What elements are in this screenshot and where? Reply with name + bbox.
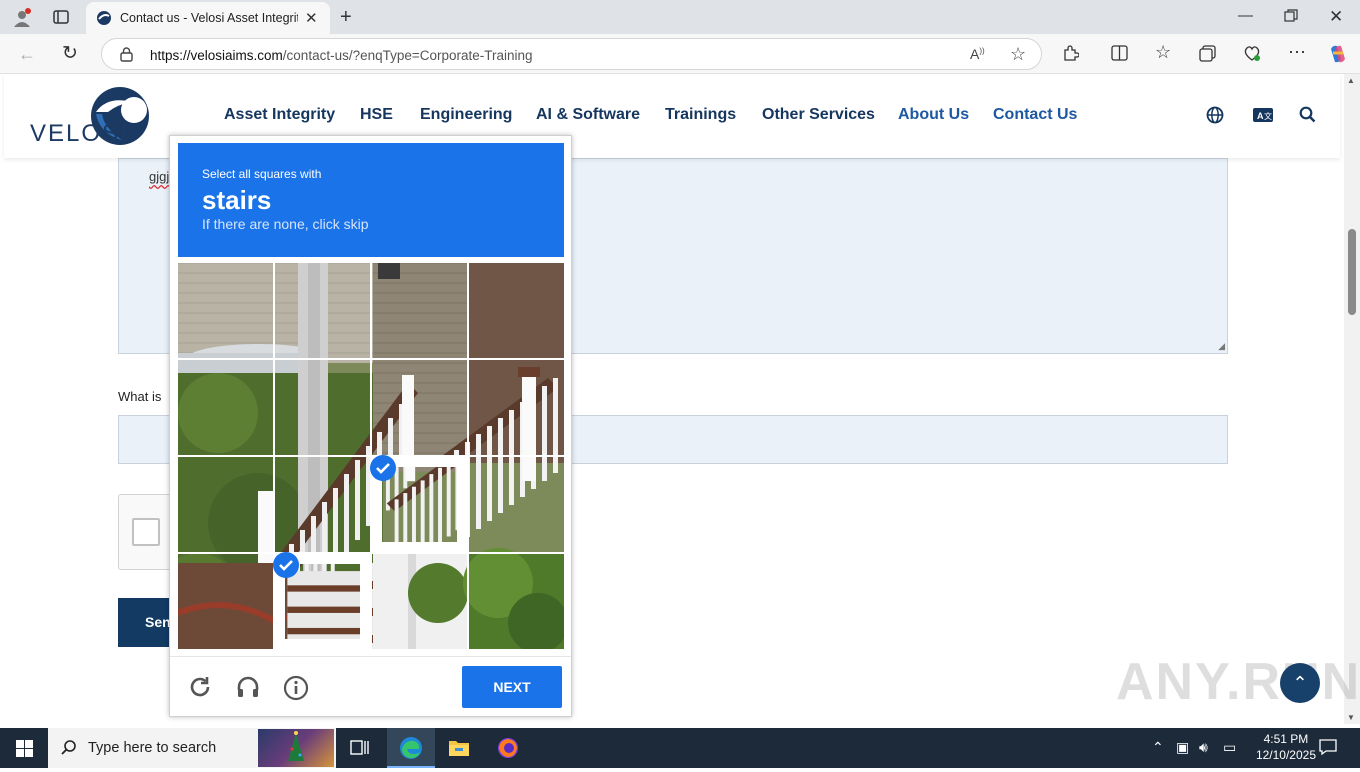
recaptcha-checkbox[interactable] bbox=[132, 518, 160, 546]
page-scrollbar[interactable]: ▲ ▼ bbox=[1344, 74, 1360, 724]
logo-text: VELOSI bbox=[30, 120, 129, 147]
favorites-icon[interactable]: ☆ bbox=[1155, 43, 1171, 61]
lock-icon[interactable] bbox=[120, 47, 133, 67]
anyrun-watermark: ANY.RUN bbox=[1116, 653, 1360, 711]
nav-engineering[interactable]: Engineering bbox=[420, 106, 512, 124]
challenge-header: Select all squares with stairs If there … bbox=[178, 143, 564, 257]
address-bar-row: ← ↻ https://velosiaims.com/contact-us/?e… bbox=[0, 34, 1360, 74]
captcha-tile[interactable] bbox=[178, 263, 273, 358]
challenge-instruction: Select all squares with bbox=[202, 167, 322, 181]
image-grid bbox=[178, 263, 564, 649]
scroll-down-icon[interactable]: ▼ bbox=[1347, 713, 1355, 722]
nav-contact-us[interactable]: Contact Us bbox=[993, 106, 1077, 124]
nav-ai-software[interactable]: AI & Software bbox=[536, 106, 640, 124]
selected-check-icon bbox=[273, 552, 299, 578]
notifications-icon[interactable] bbox=[1319, 738, 1337, 761]
captcha-tile[interactable] bbox=[469, 360, 564, 455]
captcha-tile[interactable] bbox=[372, 263, 467, 358]
captcha-tile[interactable] bbox=[372, 554, 467, 649]
extensions-icon[interactable] bbox=[1062, 45, 1080, 65]
globe-icon[interactable] bbox=[1206, 106, 1224, 129]
captcha-tile[interactable] bbox=[275, 263, 370, 358]
captcha-tile[interactable] bbox=[469, 263, 564, 358]
question-label: What is bbox=[118, 389, 162, 404]
search-icon[interactable] bbox=[1299, 106, 1316, 128]
site-favicon-icon bbox=[96, 10, 112, 31]
challenge-footer: NEXT bbox=[170, 656, 571, 716]
read-aloud-icon[interactable]: A)) bbox=[970, 46, 985, 62]
profile-icon[interactable] bbox=[12, 8, 32, 31]
search-placeholder: Type here to search bbox=[88, 740, 217, 756]
more-menu-icon[interactable]: ⋯ bbox=[1288, 43, 1306, 61]
next-button[interactable]: NEXT bbox=[462, 666, 562, 708]
search-highlight-image bbox=[258, 729, 334, 767]
tab-strip: Contact us - Velosi Asset Integrity ✕ + … bbox=[0, 0, 1360, 34]
split-screen-icon[interactable] bbox=[1111, 45, 1128, 64]
copilot-icon[interactable] bbox=[1327, 43, 1349, 68]
search-glass-icon bbox=[61, 739, 78, 761]
info-icon[interactable] bbox=[283, 675, 309, 706]
taskbar-search[interactable]: Type here to search bbox=[48, 728, 336, 768]
back-icon[interactable]: ← bbox=[18, 45, 36, 63]
challenge-hint: If there are none, click skip bbox=[202, 216, 369, 232]
new-tab-icon[interactable]: + bbox=[340, 7, 352, 27]
translate-icon[interactable]: A文 bbox=[1253, 108, 1273, 127]
favorite-star-icon[interactable]: ☆ bbox=[1010, 44, 1026, 65]
system-clock[interactable]: 4:51 PM 12/10/2025 bbox=[1256, 731, 1316, 763]
reload-icon[interactable] bbox=[188, 675, 212, 704]
tab-title: Contact us - Velosi Asset Integrity bbox=[120, 11, 298, 25]
performance-icon[interactable] bbox=[1243, 45, 1261, 65]
audio-challenge-icon[interactable] bbox=[235, 674, 261, 705]
url-field[interactable]: https://velosiaims.com/contact-us/?enqTy… bbox=[101, 38, 1042, 70]
challenge-target: stairs bbox=[202, 185, 272, 215]
volume-icon[interactable]: 🔊︎ bbox=[1199, 739, 1208, 756]
captcha-tile[interactable] bbox=[275, 457, 370, 552]
restore-icon[interactable] bbox=[1284, 9, 1298, 26]
captcha-tile[interactable] bbox=[178, 360, 273, 455]
edge-taskbar-icon[interactable] bbox=[387, 728, 435, 768]
nav-hse[interactable]: HSE bbox=[360, 106, 393, 124]
task-view-icon[interactable] bbox=[350, 739, 370, 762]
captcha-tile[interactable] bbox=[469, 457, 564, 552]
nav-trainings[interactable]: Trainings bbox=[665, 106, 736, 124]
captcha-tile[interactable] bbox=[178, 457, 273, 552]
refresh-icon[interactable]: ↻ bbox=[62, 44, 78, 63]
captcha-tile[interactable] bbox=[275, 360, 370, 455]
network-icon[interactable]: ▭ bbox=[1223, 739, 1236, 756]
tab-contact-us[interactable]: Contact us - Velosi Asset Integrity ✕ bbox=[86, 2, 330, 34]
windows-taskbar: Type here to search ⌃ ▣ 🔊︎ ▭ 4:51 PM 12/… bbox=[0, 728, 1360, 768]
captcha-tile[interactable] bbox=[469, 554, 564, 649]
tab-actions-icon[interactable] bbox=[53, 9, 69, 28]
captcha-tile[interactable] bbox=[178, 554, 273, 649]
clock-date: 12/10/2025 bbox=[1255, 748, 1316, 762]
recaptcha-challenge: Select all squares with stairs If there … bbox=[169, 135, 572, 717]
svg-text:A: A bbox=[1257, 111, 1264, 121]
selected-check-icon bbox=[370, 455, 396, 481]
nav-asset-integrity[interactable]: Asset Integrity bbox=[224, 106, 335, 124]
message-text: gjgj bbox=[149, 169, 170, 184]
scroll-up-icon[interactable]: ▲ bbox=[1347, 76, 1355, 85]
meet-now-icon[interactable]: ▣ bbox=[1176, 739, 1189, 756]
windows-start-icon[interactable] bbox=[16, 740, 33, 762]
clock-time: 4:51 PM bbox=[1263, 732, 1309, 746]
scroll-to-top-button[interactable]: ⌃ bbox=[1280, 663, 1320, 703]
scrollbar-thumb[interactable] bbox=[1348, 229, 1356, 315]
resize-handle-icon[interactable]: ◢ bbox=[1218, 341, 1225, 352]
tray-chevron-icon[interactable]: ⌃ bbox=[1152, 739, 1164, 756]
file-explorer-icon[interactable] bbox=[448, 738, 470, 763]
close-tab-icon[interactable]: ✕ bbox=[305, 9, 318, 27]
collections-icon[interactable] bbox=[1199, 45, 1216, 65]
close-window-icon[interactable]: ✕ bbox=[1329, 8, 1343, 25]
firefox-icon[interactable] bbox=[497, 737, 519, 764]
nav-about-us[interactable]: About Us bbox=[898, 106, 969, 124]
captcha-tile[interactable] bbox=[372, 360, 467, 455]
nav-other-services[interactable]: Other Services bbox=[762, 106, 875, 124]
velosi-logo[interactable]: VELOSI bbox=[30, 84, 154, 147]
svg-text:文: 文 bbox=[1264, 111, 1272, 121]
minimize-icon[interactable]: — bbox=[1238, 8, 1253, 23]
url-text: https://velosiaims.com/contact-us/?enqTy… bbox=[150, 48, 533, 63]
